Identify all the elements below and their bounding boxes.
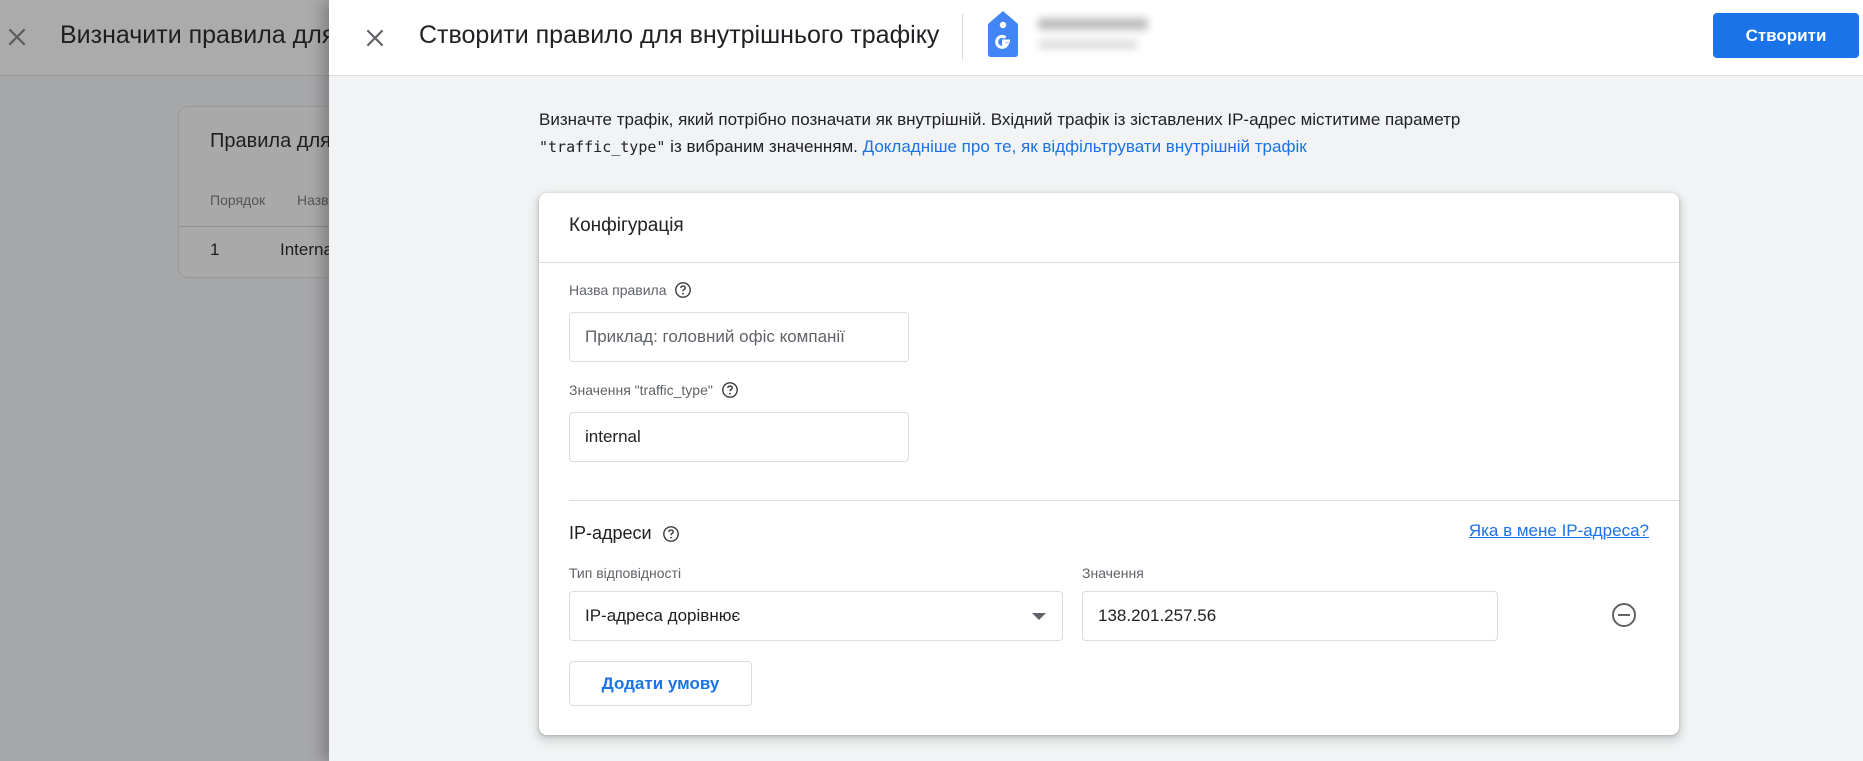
match-type-value: IP-адреса дорівнює	[585, 606, 741, 625]
remove-condition-icon[interactable]	[1610, 601, 1638, 629]
intro-code: "traffic_type"	[539, 138, 666, 156]
ip-section-title: IP-адреси	[569, 523, 680, 544]
help-icon[interactable]	[674, 281, 692, 299]
background-page-title: Визначити правила для	[60, 21, 336, 49]
match-type-label: Тип відповідності	[569, 565, 682, 581]
background-card-title: Правила для	[210, 130, 331, 152]
learn-more-link[interactable]: Докладніше про те, як відфільтрувати вну…	[863, 137, 1307, 156]
ip-section-title-text: IP-адреси	[569, 523, 652, 543]
dropdown-arrow-icon	[1032, 613, 1046, 620]
background-row-order: 1	[210, 240, 220, 259]
add-condition-button[interactable]: Додати умову	[569, 661, 752, 706]
intro-text-after: із вибраним значенням.	[665, 137, 863, 156]
help-icon[interactable]	[721, 381, 739, 399]
panel-header: Створити правило для внутрішнього трафік…	[329, 0, 1863, 76]
background-column-order: Порядок	[210, 192, 266, 208]
match-type-select[interactable]: IP-адреса дорівнює	[569, 591, 1063, 641]
google-analytics-tag-icon	[988, 11, 1018, 57]
rule-name-label-text: Назва правила	[569, 282, 667, 298]
close-icon[interactable]	[362, 25, 388, 51]
traffic-type-input[interactable]	[569, 412, 909, 462]
configuration-card: Конфігурація Назва правила Значення "tra…	[539, 193, 1679, 735]
ip-section-divider	[569, 500, 1679, 501]
intro-description: Визначте трафік, який потрібно позначати…	[539, 106, 1539, 161]
traffic-type-label: Значення "traffic_type"	[569, 381, 739, 399]
what-is-my-ip-link[interactable]: Яка в мене IP-адреса?	[1469, 521, 1649, 541]
traffic-type-label-text: Значення "traffic_type"	[569, 382, 713, 398]
background-row-name: Interna	[280, 240, 333, 259]
background-column-name: Назв	[297, 192, 329, 208]
rule-name-label: Назва правила	[569, 281, 692, 299]
intro-text: Визначте трафік, який потрібно позначати…	[539, 110, 1461, 129]
background-close-icon	[8, 28, 26, 46]
account-name-blurred	[1036, 14, 1156, 56]
create-rule-panel: Створити правило для внутрішнього трафік…	[329, 0, 1863, 761]
create-button[interactable]: Створити	[1713, 13, 1859, 58]
configuration-title: Конфігурація	[569, 215, 684, 236]
help-icon[interactable]	[662, 525, 680, 543]
rule-name-input[interactable]	[569, 312, 909, 362]
ip-value-input[interactable]	[1082, 591, 1498, 641]
ip-value-label: Значення	[1082, 565, 1144, 581]
card-header-divider	[539, 262, 1679, 263]
header-separator	[962, 14, 963, 60]
panel-title: Створити правило для внутрішнього трафік…	[419, 21, 940, 49]
